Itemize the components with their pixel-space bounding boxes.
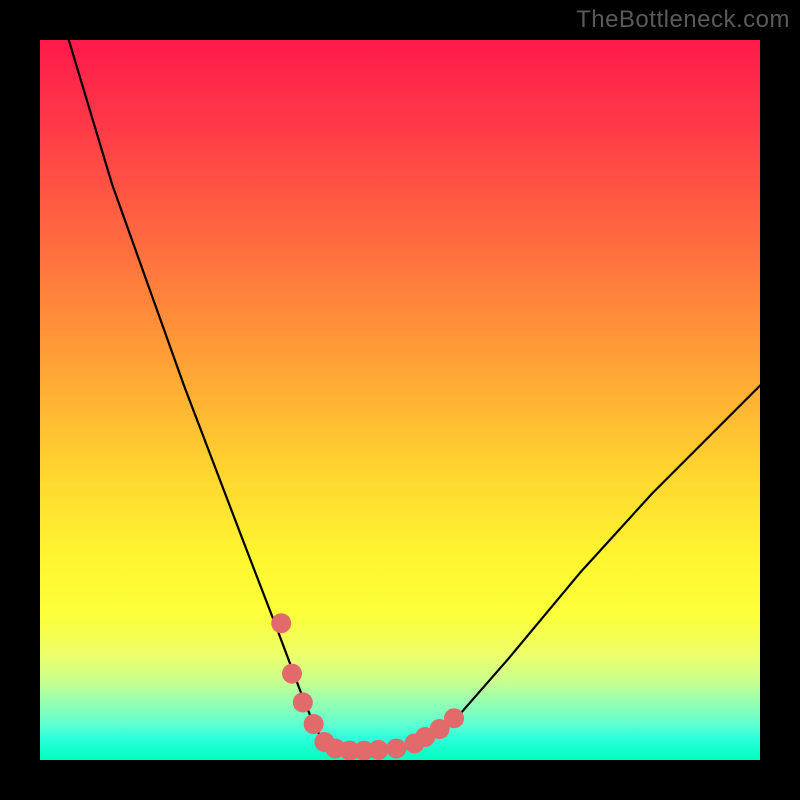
watermark-text: TheBottleneck.com xyxy=(576,6,790,34)
highlight-dot xyxy=(304,714,324,734)
highlight-dot xyxy=(293,692,313,712)
highlight-dot xyxy=(386,738,406,758)
chart-svg xyxy=(40,40,760,760)
highlight-dot xyxy=(271,613,291,633)
highlight-dot xyxy=(444,708,464,728)
highlight-dot xyxy=(282,664,302,684)
highlight-dot xyxy=(368,740,388,760)
plot-area xyxy=(40,40,760,760)
bottleneck-curve xyxy=(69,40,760,751)
highlight-dots xyxy=(271,613,464,760)
chart-frame: TheBottleneck.com xyxy=(0,0,800,800)
